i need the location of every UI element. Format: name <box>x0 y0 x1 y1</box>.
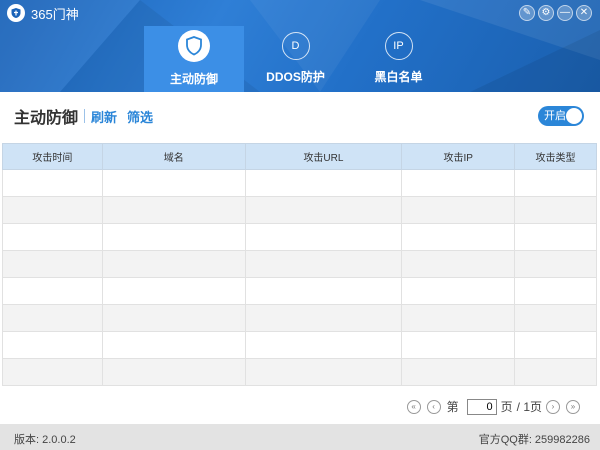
first-page-icon[interactable]: « <box>406 399 421 414</box>
table-cell <box>244 223 403 251</box>
protection-toggle[interactable]: 开启 <box>538 106 584 126</box>
table-cell <box>101 358 246 386</box>
divider <box>84 109 86 123</box>
table-cell <box>401 277 516 305</box>
ip-icon: IP <box>384 32 413 60</box>
table-row[interactable] <box>2 304 597 332</box>
table-cell <box>244 331 403 359</box>
table-cell <box>401 223 516 251</box>
table-cell <box>244 358 403 386</box>
table-cell <box>2 196 103 224</box>
main-tabs: 主动防御 D DDOS防护 IP 黑白名单 <box>144 26 450 92</box>
qq-group-label: 官方QQ群: 259982286 <box>478 434 590 446</box>
table-cell <box>514 250 597 278</box>
table-cell <box>401 358 516 386</box>
table-cell <box>401 331 516 359</box>
title-bar: 365门神 ✎ ⚙ — ✕ <box>0 0 600 26</box>
table-cell <box>244 196 403 224</box>
table-cell <box>101 223 246 251</box>
header-banner: 365门神 ✎ ⚙ — ✕ 主动防御 D DDOS防护 IP 黑白名单 <box>0 0 600 92</box>
table-cell <box>514 304 597 332</box>
tab-label: 主动防御 <box>169 72 218 86</box>
attack-log-table: 攻击时间 域名 攻击URL 攻击IP 攻击类型 <box>2 143 597 386</box>
table-row[interactable] <box>2 250 597 278</box>
table-cell <box>101 304 246 332</box>
status-bar: 版本: 2.0.0.2 官方QQ群: 259982286 <box>0 424 600 450</box>
table-cell <box>2 331 103 359</box>
table-row[interactable] <box>2 331 597 359</box>
toolbar: 主动防御 刷新 筛选 开启 <box>0 92 600 140</box>
table-cell <box>514 358 597 386</box>
app-logo-icon <box>7 4 25 22</box>
column-header-ip[interactable]: 攻击IP <box>401 143 516 170</box>
table-cell <box>101 331 246 359</box>
table-cell <box>244 169 403 197</box>
prev-page-icon[interactable]: ‹ <box>426 399 441 414</box>
table-cell <box>101 250 246 278</box>
table-cell <box>514 331 597 359</box>
table-cell <box>401 250 516 278</box>
table-cell <box>244 250 403 278</box>
table-cell <box>2 277 103 305</box>
table-row[interactable] <box>2 277 597 305</box>
table-cell <box>101 169 246 197</box>
table-row[interactable] <box>2 358 597 386</box>
table-cell <box>2 223 103 251</box>
next-page-icon[interactable]: › <box>546 399 560 414</box>
filter-link[interactable]: 筛选 <box>127 107 153 126</box>
column-header-domain[interactable]: 域名 <box>101 143 246 170</box>
column-header-url[interactable]: 攻击URL <box>244 143 403 170</box>
table-cell <box>101 277 246 305</box>
page-total: / 1页 <box>516 400 542 414</box>
page-suffix: 页 <box>500 400 513 414</box>
skin-icon[interactable]: ✎ <box>519 5 535 21</box>
table-cell <box>244 304 403 332</box>
table-header-row: 攻击时间 域名 攻击URL 攻击IP 攻击类型 <box>2 143 597 170</box>
tab-label: DDOS防护 <box>266 70 325 84</box>
refresh-link[interactable]: 刷新 <box>91 107 117 126</box>
tab-blacklist[interactable]: IP 黑白名单 <box>347 26 450 92</box>
tab-active-defense[interactable]: 主动防御 <box>144 26 244 92</box>
table-cell <box>401 169 516 197</box>
table-cell <box>401 196 516 224</box>
table-cell <box>514 277 597 305</box>
settings-icon[interactable]: ⚙ <box>538 5 554 21</box>
window-controls: ✎ ⚙ — ✕ <box>519 5 592 21</box>
table-row[interactable] <box>2 169 597 197</box>
table-cell <box>2 250 103 278</box>
page-number-input[interactable] <box>466 398 497 415</box>
table-cell <box>244 277 403 305</box>
table-row[interactable] <box>2 196 597 224</box>
app-title: 365门神 <box>31 6 79 22</box>
table-cell <box>401 304 516 332</box>
tab-ddos[interactable]: D DDOS防护 <box>244 26 347 92</box>
toggle-knob <box>566 108 582 124</box>
table-cell <box>2 304 103 332</box>
toggle-label: 开启 <box>544 110 566 122</box>
column-header-type[interactable]: 攻击类型 <box>514 143 597 170</box>
page-title: 主动防御 <box>14 110 79 127</box>
shield-icon <box>178 30 210 62</box>
column-header-time[interactable]: 攻击时间 <box>2 143 103 170</box>
minimize-button[interactable]: — <box>557 5 573 21</box>
pagination: « ‹ 第 页 / 1页 › » <box>406 398 586 415</box>
last-page-icon[interactable]: » <box>566 399 580 414</box>
close-button[interactable]: ✕ <box>576 5 592 21</box>
table-cell <box>514 223 597 251</box>
version-label: 版本: 2.0.0.2 <box>14 434 76 446</box>
table-cell <box>514 169 597 197</box>
table-row[interactable] <box>2 223 597 251</box>
ddos-shield-icon: D <box>281 32 310 60</box>
page-prefix: 第 <box>446 400 459 414</box>
table-cell <box>101 196 246 224</box>
table-cell <box>2 358 103 386</box>
table-cell <box>2 169 103 197</box>
tab-label: 黑白名单 <box>374 70 423 84</box>
table-cell <box>514 196 597 224</box>
